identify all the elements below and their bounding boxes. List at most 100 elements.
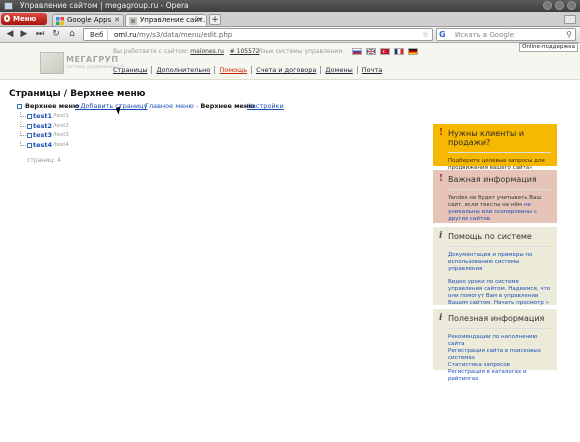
tree-root: Верхнее меню +Добавить страницу Главное … [17, 102, 417, 111]
nav-mail[interactable]: Почта [356, 66, 386, 74]
flag-turkey-icon[interactable] [379, 48, 390, 55]
back-icon[interactable]: ◀ [4, 29, 16, 40]
lang-label: Язык системы управления: [258, 48, 344, 55]
nav-additional[interactable]: Дополнительно [151, 66, 214, 74]
url-text: oml.ru/my/s3/data/menu/edit.php [114, 29, 232, 41]
megagroup-logo[interactable]: МЕГАГРУП система управления 3.0 [40, 50, 124, 78]
site-id-link[interactable]: # 105572 [230, 48, 260, 55]
divider [448, 152, 551, 153]
close-window-button[interactable] [567, 1, 576, 10]
list-item: test1 /test1 [17, 112, 217, 122]
nav-billing[interactable]: Счета и договора [251, 66, 320, 74]
clients-title: Нужны клиенты и продажи? [448, 129, 525, 147]
useful-link[interactable]: Регистрация в каталогах и рейтингах [448, 369, 527, 382]
important-text: Yandex не будет учитывать Ваш сайт, если… [439, 195, 551, 223]
search-icon[interactable]: ⚲ [566, 29, 572, 41]
maximize-button[interactable] [555, 1, 564, 10]
window-title: Управление сайтом | megagroup.ru - Opera [20, 1, 189, 10]
divider [448, 189, 551, 190]
list-item: test2 /test2 [17, 121, 217, 132]
page-link[interactable]: test4 [33, 141, 52, 150]
tree-connector [20, 121, 26, 127]
top-navigation: Страницы Дополнительно Помощь Счета и до… [113, 66, 386, 74]
tab-list-icon[interactable] [564, 15, 576, 24]
info-icon: i [439, 313, 443, 323]
exclamation-icon: ! [439, 128, 443, 138]
nav-domains[interactable]: Домены [320, 66, 356, 74]
useful-link[interactable]: Регистрация сайта в поисковых системах [448, 348, 541, 361]
close-tab-icon[interactable]: ✕ [114, 15, 120, 26]
useful-link[interactable]: Рекомендации по наполнению сайта [448, 334, 537, 347]
window-icon [4, 2, 13, 10]
window-controls [543, 1, 576, 10]
page-title: Страницы / Верхнее меню [9, 89, 146, 99]
tree-connector [20, 112, 26, 117]
divider [448, 328, 551, 329]
page-link[interactable]: test2 [33, 122, 52, 131]
tree-node-icon [27, 133, 32, 138]
home-icon[interactable]: ⌂ [66, 29, 78, 40]
tree-items: test1 /test1 test2 /test2 test3 /test3 t… [17, 112, 217, 150]
tree-node-icon [27, 123, 32, 129]
online-support-button[interactable]: Online-поддержка [519, 43, 578, 52]
fast-forward-icon[interactable]: ⏭ [34, 29, 46, 40]
menu-breadcrumb: Главное меню - Верхнее меню [145, 102, 255, 111]
tree-node-icon [27, 142, 32, 148]
working-with-label: Вы работаете с сайтом: [113, 48, 189, 55]
forward-icon[interactable]: ▶ [18, 29, 30, 40]
root-menu-label[interactable]: Верхнее меню [25, 102, 79, 111]
close-tab-icon[interactable]: ✕ [197, 15, 203, 26]
tree-node-icon [17, 104, 22, 109]
google-search-engine-icon[interactable]: G [439, 30, 446, 40]
flag-germany-icon[interactable] [407, 48, 418, 55]
documentation-link[interactable]: Документация и примеры по использованию … [448, 252, 532, 272]
site-header: МЕГАГРУП система управления 3.0 Вы работ… [0, 43, 580, 80]
tab-google-apps[interactable]: Google Apps ✕ [52, 14, 124, 26]
tab-site-management[interactable]: Управление сайт... ✕ [125, 14, 207, 26]
sidebar: ! Нужны клиенты и продажи? Подберите цел… [433, 124, 557, 382]
nav-help[interactable]: Помощь [214, 66, 251, 74]
tree-connector [20, 131, 26, 136]
new-tab-button[interactable]: + [209, 14, 221, 25]
language-selector: Язык системы управления: [258, 48, 418, 55]
exclamation-icon: ! [439, 174, 443, 184]
list-item: test3 /test3 [17, 131, 217, 141]
menu-tree: Верхнее меню +Добавить страницу Главное … [17, 102, 417, 149]
search-box[interactable]: G Искать в Google ⚲ [436, 28, 576, 41]
clients-box: ! Нужны клиенты и продажи? Подберите цел… [433, 124, 557, 171]
site-name-link[interactable]: maiones.ru [190, 48, 224, 55]
window-titlebar: Управление сайтом | megagroup.ru - Opera [0, 0, 580, 12]
flag-uk-icon[interactable] [365, 48, 376, 55]
important-title: Важная информация [448, 175, 537, 184]
url-path: /my/s3/data/menu/edit.php [136, 31, 233, 39]
add-page-link[interactable]: +Добавить страницу [75, 102, 147, 111]
breadcrumb-main-menu[interactable]: Главное меню - [145, 102, 198, 110]
start-viewing-link[interactable]: Начать просмотр » [494, 300, 549, 306]
reload-icon[interactable]: ↻ [50, 29, 62, 40]
opera-menu-button[interactable]: Меню [1, 13, 47, 25]
nav-pages[interactable]: Страницы [113, 66, 151, 74]
address-prefix: Веб [86, 30, 108, 40]
minimize-button[interactable] [543, 1, 552, 10]
flag-france-icon[interactable] [393, 48, 404, 55]
navigation-bar: ◀ ▶ ⏭ ↻ ⌂ Веб oml.ru/my/s3/data/menu/edi… [0, 27, 580, 43]
tree-connector [20, 140, 26, 146]
important-info-box: ! Важная информация Yandex не будет учит… [433, 170, 557, 223]
page-link[interactable]: test3 [33, 131, 52, 140]
tab-label: Google Apps [67, 16, 112, 24]
help-box: i Помощь по системе Документация и приме… [433, 227, 557, 306]
bookmark-star-icon[interactable]: ☆ [422, 29, 429, 41]
divider [448, 246, 551, 247]
pages-count: страниц: 4 [27, 157, 61, 164]
main-content: Страницы / Верхнее меню Верхнее меню +До… [0, 80, 580, 442]
page-path: /test1 [53, 113, 69, 119]
site-info: Вы работаете с сайтом: maiones.ru # 1055… [113, 48, 260, 55]
useful-link[interactable]: Статистика запросов [448, 362, 510, 368]
address-bar[interactable]: Веб oml.ru/my/s3/data/menu/edit.php ☆ [83, 28, 433, 41]
flag-russia-icon[interactable] [351, 48, 362, 55]
help-title: Помощь по системе [448, 232, 532, 241]
settings-link[interactable]: Настройки [247, 102, 284, 111]
useful-info-box: i Полезная информация Рекомендации по на… [433, 309, 557, 382]
page-link[interactable]: test1 [33, 112, 52, 121]
useful-title: Полезная информация [448, 314, 545, 323]
